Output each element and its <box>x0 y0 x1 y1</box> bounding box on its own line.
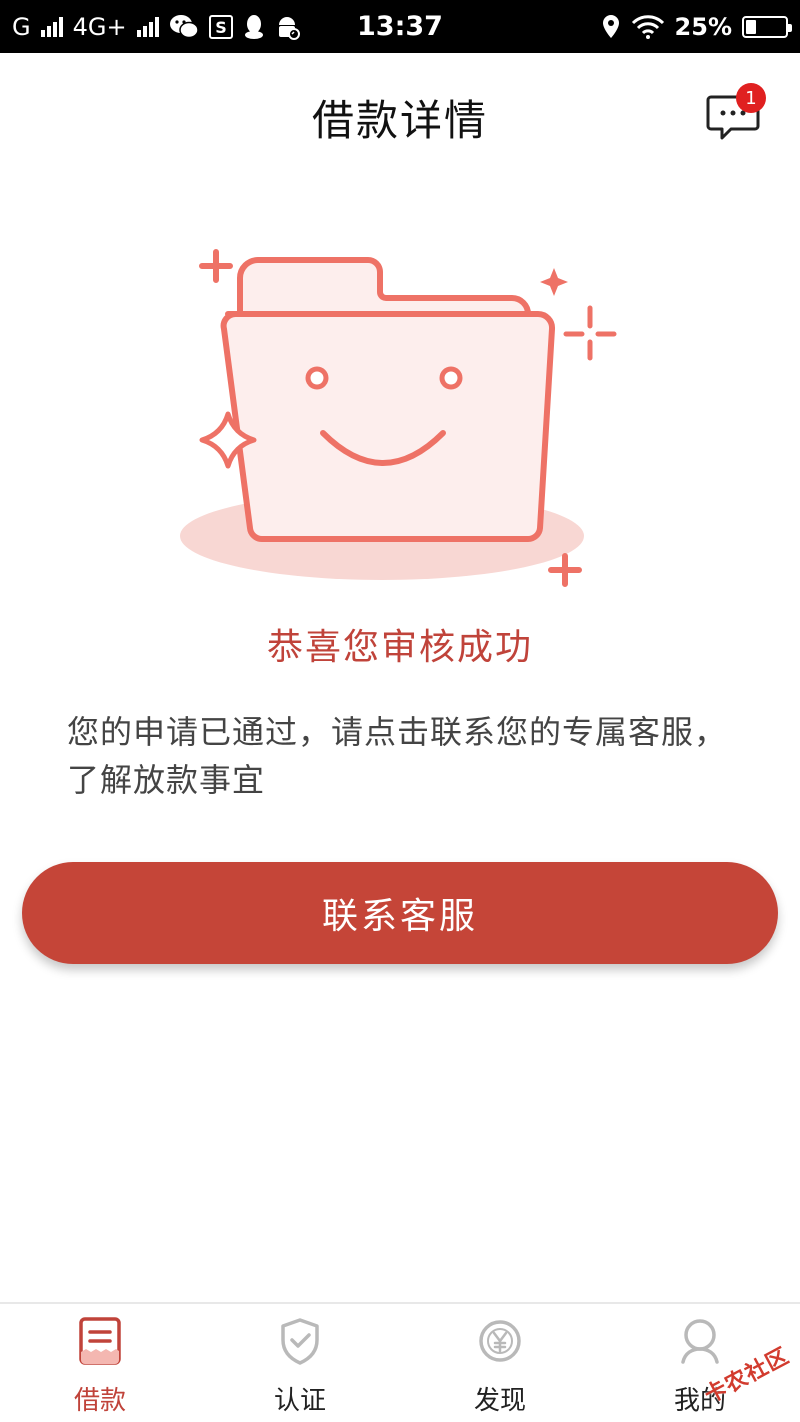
signal-icon <box>136 16 159 37</box>
success-illustration <box>170 230 630 600</box>
nav-item-discover[interactable]: 发现 <box>400 1304 600 1422</box>
smiling-folder-icon <box>180 249 617 587</box>
wechat-icon <box>169 14 199 40</box>
carrier-2: 4G+ <box>72 12 127 41</box>
battery-icon <box>742 15 792 38</box>
contact-service-button[interactable]: 联系客服 <box>22 862 778 964</box>
qq-icon <box>243 14 265 40</box>
nav-label-loan: 借款 <box>73 1386 126 1416</box>
bottom-nav: 借款 认证 发现 我的 <box>0 1302 800 1422</box>
location-icon <box>601 14 621 40</box>
status-bar: G 4G+ S 13:37 25% <box>0 0 800 53</box>
status-left: G 4G+ S <box>12 13 601 41</box>
nav-label-discover: 发现 <box>473 1386 526 1416</box>
battery-fill <box>746 19 756 34</box>
message-button[interactable]: 1 <box>706 83 766 145</box>
nav-item-verify[interactable]: 认证 <box>200 1304 400 1422</box>
page-header: 借款详情 1 <box>0 53 800 181</box>
battery-percent: 25% <box>674 12 732 41</box>
s-app-icon: S <box>208 14 233 39</box>
success-description: 您的申请已通过，请点击联系您的专属客服，了解放款事宜 <box>67 713 728 799</box>
svg-text:S: S <box>215 18 227 37</box>
page-title: 借款详情 <box>311 95 488 145</box>
wifi-icon <box>631 14 665 39</box>
signal-icon <box>40 16 63 37</box>
status-right: 25% <box>601 12 792 41</box>
user-icon <box>681 1319 719 1364</box>
loan-icon <box>79 1317 121 1365</box>
success-title: 恭喜您审核成功 <box>266 627 533 668</box>
nav-item-loan[interactable]: 借款 <box>0 1304 200 1422</box>
message-badge: 1 <box>736 83 766 113</box>
nav-label-verify: 认证 <box>273 1386 326 1416</box>
shield-check-icon <box>281 1318 319 1365</box>
yuan-coin-icon <box>479 1320 521 1362</box>
carrier-1: G <box>12 12 31 41</box>
android-icon <box>275 14 301 40</box>
